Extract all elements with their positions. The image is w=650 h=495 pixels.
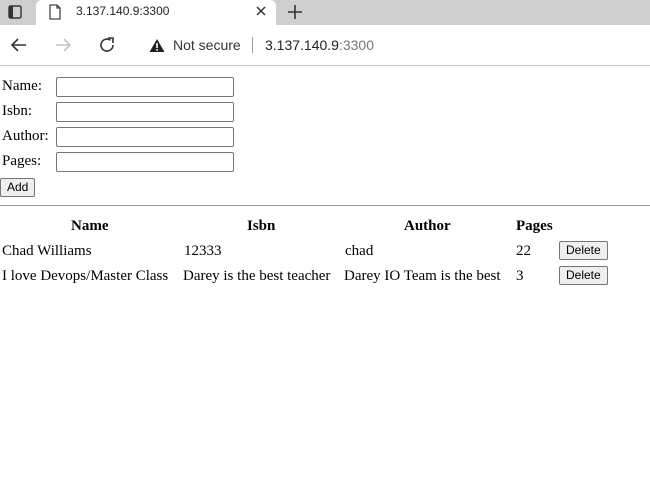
- delete-button[interactable]: Delete: [559, 241, 608, 260]
- header-pages: Pages: [516, 218, 553, 234]
- forward-arrow-icon[interactable]: [53, 35, 73, 55]
- add-button[interactable]: Add: [0, 178, 36, 197]
- browser-toolbar: Not secure 3.137.140.9:3300: [0, 25, 650, 66]
- pages-input[interactable]: [56, 152, 234, 172]
- cell-name: Chad Williams: [2, 243, 92, 259]
- author-input[interactable]: [56, 127, 234, 147]
- name-input[interactable]: [56, 77, 234, 97]
- author-label: Author:: [2, 128, 49, 144]
- header-author: Author: [404, 218, 451, 234]
- cell-name: I love Devops/Master Class: [2, 268, 169, 284]
- warning-icon[interactable]: [149, 38, 165, 53]
- omnibox-divider: [252, 37, 253, 53]
- divider: [0, 205, 650, 206]
- back-arrow-icon[interactable]: [9, 35, 29, 55]
- url-port: :3300: [338, 37, 375, 53]
- address-bar[interactable]: Not secure 3.137.140.9:3300: [135, 31, 650, 59]
- tab-title: 3.137.140.9:3300: [76, 4, 170, 18]
- browser-tab[interactable]: 3.137.140.9:3300: [36, 0, 276, 25]
- page-content: Name: Isbn: Author: Pages: Add Name Isbn…: [0, 66, 650, 495]
- close-icon[interactable]: [254, 4, 268, 18]
- cell-isbn: Darey is the best teacher: [183, 268, 331, 284]
- pages-label: Pages:: [2, 153, 42, 169]
- url-text[interactable]: 3.137.140.9:3300: [265, 37, 374, 53]
- new-tab-icon[interactable]: [286, 3, 304, 21]
- isbn-label: Isbn:: [2, 103, 32, 119]
- cell-pages: 3: [516, 268, 524, 284]
- security-status[interactable]: Not secure: [173, 37, 241, 53]
- page-icon: [49, 4, 61, 20]
- window-menu-icon[interactable]: [8, 5, 22, 19]
- tab-strip: 3.137.140.9:3300: [0, 0, 650, 25]
- reload-icon[interactable]: [97, 35, 117, 55]
- delete-button[interactable]: Delete: [559, 266, 608, 285]
- url-host: 3.137.140.9: [265, 37, 339, 53]
- cell-isbn: 12333: [184, 243, 222, 259]
- cell-author: Darey IO Team is the best: [344, 268, 501, 284]
- header-name: Name: [71, 218, 109, 234]
- cell-author: chad: [345, 243, 374, 259]
- isbn-input[interactable]: [56, 102, 234, 122]
- header-isbn: Isbn: [247, 218, 276, 234]
- cell-pages: 22: [516, 243, 531, 259]
- name-label: Name:: [2, 78, 42, 94]
